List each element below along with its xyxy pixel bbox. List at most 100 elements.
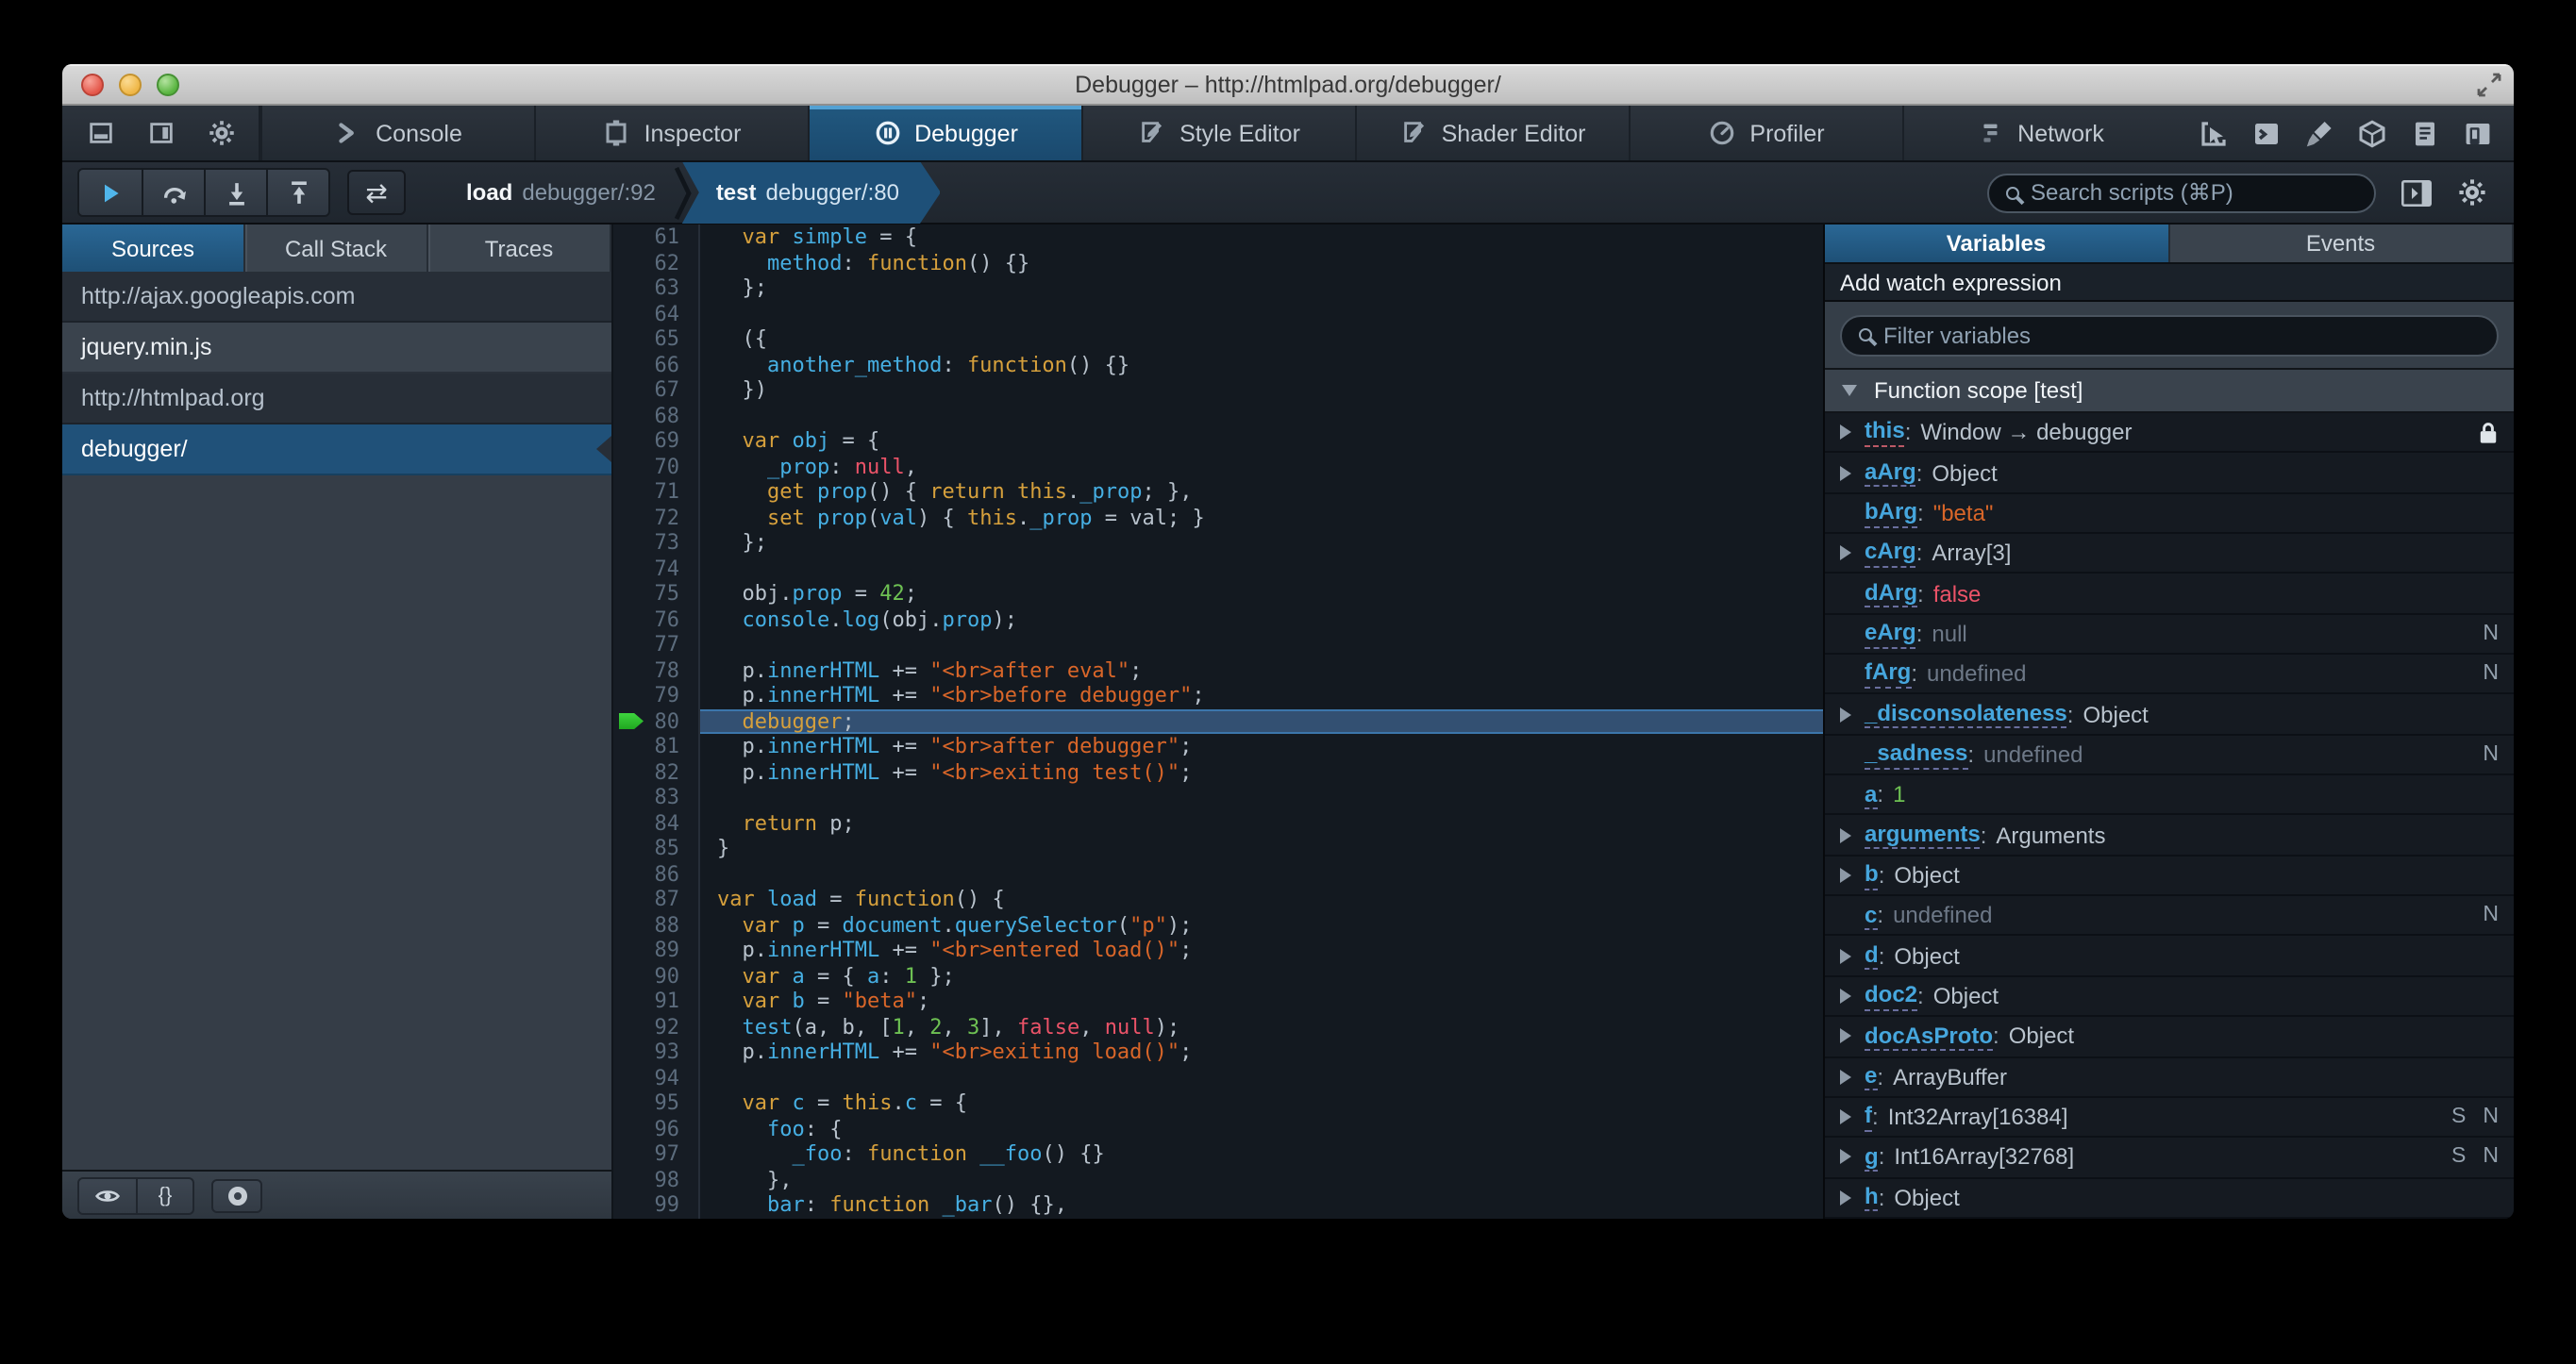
line-number[interactable]: 69	[613, 428, 700, 454]
expand-triangle-icon[interactable]	[1840, 707, 1865, 723]
variable-row-_sadness[interactable]: _sadness: undefined N	[1825, 736, 2514, 776]
variable-value[interactable]: Window → debugger	[1920, 419, 2132, 445]
variable-name[interactable]: arguments	[1865, 821, 1981, 850]
code-text[interactable]: })	[700, 377, 1823, 403]
line-number[interactable]: 75	[613, 581, 700, 607]
breadcrumb-frame-test[interactable]: test debugger/:80	[682, 161, 941, 224]
line-number[interactable]: 64	[613, 301, 700, 326]
code-text[interactable]: p.innerHTML += "<br>before debugger";	[700, 683, 1823, 708]
pretty-print-eye-icon[interactable]	[79, 1178, 136, 1212]
code-line-62[interactable]: 62 method: function() {}	[613, 250, 1823, 275]
variable-row-cArg[interactable]: cArg: Array[3]	[1825, 534, 2514, 574]
code-text[interactable]: console.log(obj.prop);	[700, 607, 1823, 632]
code-text[interactable]	[700, 785, 1823, 810]
code-line-93[interactable]: 93 p.innerHTML += "<br>exiting load()";	[613, 1040, 1823, 1065]
variable-value[interactable]: 1	[1893, 782, 1905, 808]
code-text[interactable]	[700, 1065, 1823, 1090]
code-line-79[interactable]: 79 p.innerHTML += "<br>before debugger";	[613, 683, 1823, 708]
code-text[interactable]	[700, 861, 1823, 887]
debugger-settings-gear-icon[interactable]	[2457, 177, 2487, 208]
line-number[interactable]: 94	[613, 1065, 700, 1090]
code-line-76[interactable]: 76 console.log(obj.prop);	[613, 607, 1823, 632]
variable-name[interactable]: fArg	[1865, 659, 1912, 689]
line-number[interactable]: 70	[613, 454, 700, 479]
code-text[interactable]: }	[700, 836, 1823, 861]
code-text[interactable]: foo: {	[700, 1116, 1823, 1141]
code-line-91[interactable]: 91 var b = "beta";	[613, 989, 1823, 1014]
code-line-83[interactable]: 83	[613, 785, 1823, 810]
code-text[interactable]: p.innerHTML += "<br>after debugger";	[700, 734, 1823, 759]
tilt-3d-icon[interactable]	[2357, 118, 2387, 148]
dock-bottom-icon[interactable]	[74, 110, 126, 156]
variable-name[interactable]: d	[1865, 941, 1879, 971]
code-text[interactable]	[700, 301, 1823, 326]
source-item[interactable]: http://ajax.googleapis.com	[62, 272, 611, 323]
code-line-69[interactable]: 69 var obj = {	[613, 428, 1823, 454]
code-line-61[interactable]: 61 var simple = {	[613, 225, 1823, 250]
code-text[interactable]: debugger;	[700, 708, 1823, 734]
code-line-73[interactable]: 73 };	[613, 530, 1823, 556]
variable-value[interactable]: "beta"	[1933, 500, 1994, 526]
variable-value[interactable]: undefined	[1983, 741, 2083, 768]
code-text[interactable]: _foo: function __foo() {}	[700, 1141, 1823, 1167]
line-number[interactable]: 84	[613, 810, 700, 836]
script-search[interactable]	[1987, 173, 2376, 212]
split-console-icon[interactable]	[2251, 118, 2282, 148]
variable-row-dArg[interactable]: dArg: false	[1825, 574, 2514, 615]
tab-console[interactable]: Console	[260, 106, 534, 160]
line-number[interactable]: 79	[613, 683, 700, 708]
tab-styleeditor[interactable]: Style Editor	[1081, 106, 1355, 160]
line-number[interactable]: 97	[613, 1141, 700, 1167]
code-text[interactable]: var c = this.c = {	[700, 1090, 1823, 1116]
code-text[interactable]: var obj = {	[700, 428, 1823, 454]
code-text[interactable]: var p = document.querySelector("p");	[700, 912, 1823, 938]
variable-row-g[interactable]: g: Int16Array[32768] S N	[1825, 1138, 2514, 1179]
line-number[interactable]: 63	[613, 275, 700, 301]
line-number[interactable]: 93	[613, 1040, 700, 1065]
line-number[interactable]: 89	[613, 938, 700, 963]
resize-grip-icon[interactable]	[2474, 70, 2504, 100]
variable-name[interactable]: _disconsolateness	[1865, 700, 2067, 729]
trace-toggle-button[interactable]: ⇄	[347, 170, 406, 215]
code-text[interactable]: var simple = {	[700, 225, 1823, 250]
variable-value[interactable]: Arguments	[1996, 822, 2105, 848]
sources-tab-call-stack[interactable]: Call Stack	[245, 225, 428, 272]
variables-tab-events[interactable]: Events	[2169, 225, 2514, 262]
code-line-84[interactable]: 84 return p;	[613, 810, 1823, 836]
sources-tab-traces[interactable]: Traces	[428, 225, 611, 272]
step-over-button[interactable]	[142, 170, 204, 215]
braces-icon[interactable]: {}	[136, 1178, 192, 1212]
expand-triangle-icon[interactable]	[1840, 867, 1865, 883]
expand-triangle-icon[interactable]	[1840, 988, 1865, 1004]
variable-name[interactable]: docAsProto	[1865, 1022, 1994, 1052]
code-text[interactable]: };	[700, 275, 1823, 301]
variable-name[interactable]: h	[1865, 1183, 1879, 1212]
variable-row-this[interactable]: this: Window → debugger	[1825, 413, 2514, 454]
line-number[interactable]: 65	[613, 326, 700, 352]
dock-side-icon[interactable]	[134, 110, 187, 156]
line-number[interactable]: 82	[613, 759, 700, 785]
variable-name[interactable]: dArg	[1865, 579, 1917, 608]
expand-triangle-icon[interactable]	[1840, 1149, 1865, 1165]
expand-triangle-icon[interactable]	[1840, 1028, 1865, 1044]
code-line-78[interactable]: 78 p.innerHTML += "<br>after eval";	[613, 657, 1823, 683]
variable-value[interactable]: Array[3]	[1932, 540, 2011, 566]
code-line-70[interactable]: 70 _prop: null,	[613, 454, 1823, 479]
code-line-99[interactable]: 99 bar: function _bar() {},	[613, 1192, 1823, 1218]
variable-value[interactable]: false	[1933, 580, 1982, 607]
expand-triangle-icon[interactable]	[1840, 948, 1865, 964]
code-text[interactable]: bar: function _bar() {},	[700, 1192, 1823, 1218]
code-line-80[interactable]: 80 debugger;	[613, 708, 1823, 734]
variable-row-bArg[interactable]: bArg: "beta"	[1825, 493, 2514, 535]
pick-element-icon[interactable]	[2199, 118, 2229, 148]
variable-value[interactable]: null	[1932, 621, 1966, 647]
variable-value[interactable]: Object	[2009, 1023, 2074, 1050]
code-text[interactable]	[700, 403, 1823, 428]
filter-variables-box[interactable]	[1840, 314, 2499, 356]
code-text[interactable]: p.innerHTML += "<br>exiting load()";	[700, 1040, 1823, 1065]
expand-triangle-icon[interactable]	[1840, 1069, 1865, 1085]
code-line-81[interactable]: 81 p.innerHTML += "<br>after debugger";	[613, 734, 1823, 759]
line-number[interactable]: 61	[613, 225, 700, 250]
code-text[interactable]: _prop: null,	[700, 454, 1823, 479]
code-text[interactable]: method: function() {}	[700, 250, 1823, 275]
